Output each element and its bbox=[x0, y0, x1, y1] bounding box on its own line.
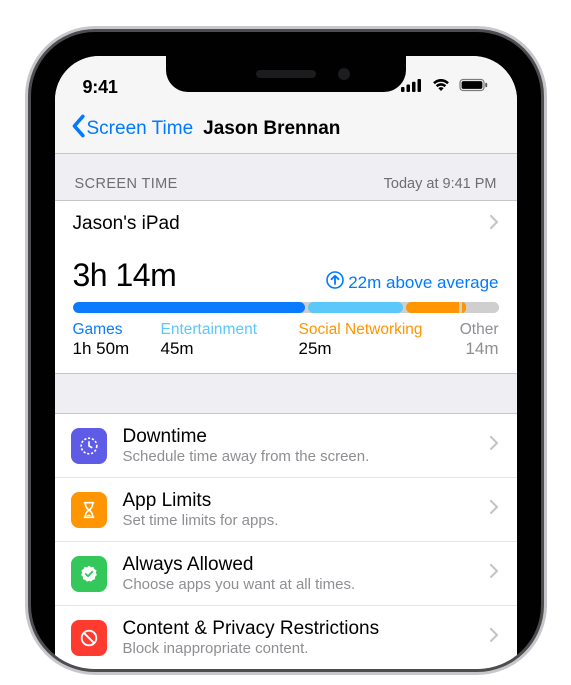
bar-segment-social bbox=[462, 302, 466, 313]
phone-frame: 9:41 Screen Time Jason Brennan bbox=[31, 32, 541, 669]
option-row-content-restrictions[interactable]: Content & Privacy Restrictions Block ina… bbox=[55, 605, 517, 669]
category-social: Social Networking 25m bbox=[299, 321, 439, 359]
wifi-icon bbox=[431, 78, 451, 97]
bar-segment-games bbox=[73, 302, 305, 313]
chevron-right-icon bbox=[489, 435, 499, 456]
option-subtitle: Block inappropriate content. bbox=[123, 640, 489, 657]
option-title: Downtime bbox=[123, 426, 489, 448]
notch bbox=[166, 56, 406, 92]
no-sign-icon bbox=[71, 620, 107, 656]
nav-bar: Screen Time Jason Brennan bbox=[55, 104, 517, 154]
bar-segment-other bbox=[469, 302, 499, 313]
section-header-left: SCREEN TIME bbox=[75, 176, 178, 192]
category-legend: Games 1h 50m Entertainment 45m Social Ne… bbox=[73, 321, 499, 359]
cellular-icon bbox=[401, 78, 423, 97]
total-time: 3h 14m bbox=[73, 257, 177, 294]
device-name: Jason's iPad bbox=[73, 213, 180, 235]
downtime-icon bbox=[71, 428, 107, 464]
chevron-right-icon bbox=[489, 563, 499, 584]
delta-above-average: 22m above average bbox=[326, 271, 498, 294]
option-subtitle: Set time limits for apps. bbox=[123, 512, 489, 529]
bar-segment-entertainment bbox=[308, 302, 403, 313]
option-row-always-allowed[interactable]: Always Allowed Choose apps you want at a… bbox=[55, 541, 517, 605]
option-row-app-limits[interactable]: App Limits Set time limits for apps. bbox=[55, 477, 517, 541]
nav-back-label[interactable]: Screen Time bbox=[87, 118, 194, 140]
option-row-downtime[interactable]: Downtime Schedule time away from the scr… bbox=[55, 414, 517, 477]
chevron-right-icon bbox=[489, 499, 499, 520]
option-subtitle: Choose apps you want at all times. bbox=[123, 576, 489, 593]
section-header-timestamp: Today at 9:41 PM bbox=[384, 176, 497, 192]
hourglass-icon bbox=[71, 492, 107, 528]
battery-icon bbox=[459, 78, 489, 97]
option-title: Always Allowed bbox=[123, 554, 489, 576]
option-title: Content & Privacy Restrictions bbox=[123, 618, 489, 640]
section-spacer bbox=[55, 374, 517, 414]
category-games: Games 1h 50m bbox=[73, 321, 151, 359]
category-other: Other 14m bbox=[449, 321, 499, 359]
arrow-up-circle-icon bbox=[326, 271, 344, 294]
screen: 9:41 Screen Time Jason Brennan bbox=[55, 56, 517, 669]
chevron-right-icon bbox=[489, 627, 499, 648]
usage-bar-chart bbox=[73, 302, 499, 313]
bar-segment-social bbox=[406, 302, 459, 313]
back-button[interactable] bbox=[69, 114, 87, 143]
option-title: App Limits bbox=[123, 490, 489, 512]
usage-summary[interactable]: 3h 14m 22m above average Games 1h 5 bbox=[55, 247, 517, 374]
category-entertainment: Entertainment 45m bbox=[161, 321, 289, 359]
option-subtitle: Schedule time away from the screen. bbox=[123, 448, 489, 465]
nav-title: Jason Brennan bbox=[203, 118, 340, 140]
device-row[interactable]: Jason's iPad bbox=[55, 200, 517, 247]
status-time: 9:41 bbox=[83, 77, 118, 98]
section-header: SCREEN TIME Today at 9:41 PM bbox=[55, 154, 517, 200]
chevron-right-icon bbox=[489, 214, 499, 235]
checkmark-seal-icon bbox=[71, 556, 107, 592]
